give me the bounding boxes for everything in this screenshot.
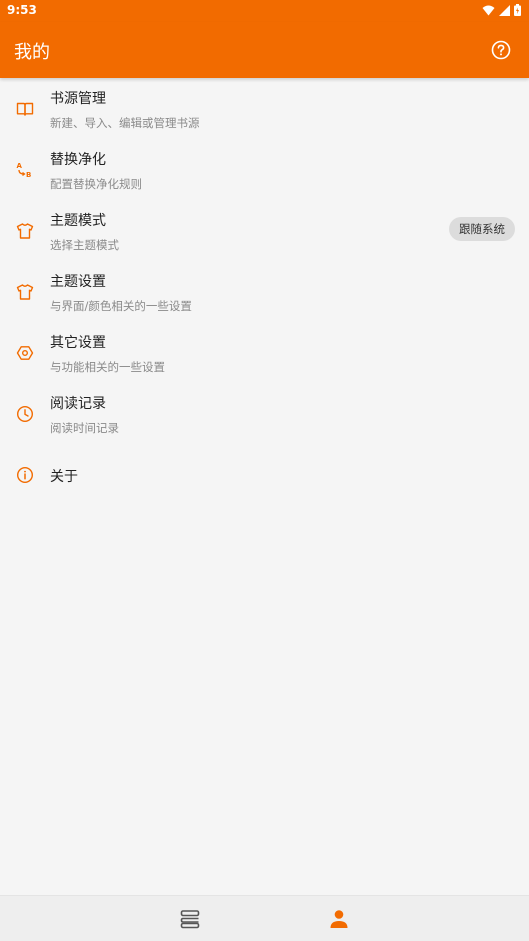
- menu-item-subtitle: 与功能相关的一些设置: [50, 360, 165, 374]
- menu-item-replace-purify[interactable]: A B 替换净化 配置替换净化规则: [0, 139, 529, 200]
- help-button[interactable]: [491, 40, 511, 60]
- person-icon: [330, 910, 348, 928]
- nav-bookshelf-button[interactable]: [178, 907, 202, 931]
- menu-item-title: 其它设置: [50, 335, 106, 351]
- theme-mode-value-chip[interactable]: 跟随系统: [449, 217, 515, 241]
- clock-icon: [16, 405, 34, 422]
- menu-item-subtitle: 选择主题模式: [50, 238, 119, 252]
- menu-list: 书源管理 新建、导入、编辑或管理书源 A B 替换净化 配置替换净化规则 主题模…: [0, 78, 529, 505]
- menu-item-subtitle: 配置替换净化规则: [50, 177, 142, 191]
- menu-item-subtitle: 阅读时间记录: [50, 421, 119, 435]
- wifi-icon: [482, 5, 495, 15]
- tshirt-icon: [16, 283, 34, 300]
- help-icon: [491, 40, 511, 60]
- menu-item-subtitle: 与界面/颜色相关的一些设置: [50, 299, 192, 313]
- status-bar: 9:53: [0, 0, 529, 22]
- menu-item-read-record[interactable]: 阅读记录 阅读时间记录: [0, 383, 529, 444]
- menu-item-subtitle: 新建、导入、编辑或管理书源: [50, 116, 200, 130]
- info-icon: [16, 466, 34, 483]
- menu-item-title: 主题设置: [50, 274, 106, 290]
- menu-item-title: 替换净化: [50, 152, 106, 168]
- menu-item-theme-mode[interactable]: 主题模式 选择主题模式 跟随系统: [0, 200, 529, 261]
- menu-item-title: 关于: [50, 469, 78, 485]
- menu-item-title: 书源管理: [50, 91, 106, 107]
- bookshelf-icon: [180, 910, 200, 929]
- menu-item-book-source[interactable]: 书源管理 新建、导入、编辑或管理书源: [0, 78, 529, 139]
- replace-ab-icon: A B: [17, 162, 32, 179]
- app-bar: 我的: [0, 22, 529, 78]
- menu-item-title: 阅读记录: [50, 396, 106, 412]
- status-icons: [482, 4, 521, 16]
- status-time: 9:53: [7, 3, 37, 17]
- battery-icon: [514, 4, 521, 16]
- menu-item-other-settings[interactable]: 其它设置 与功能相关的一些设置: [0, 322, 529, 383]
- bottom-nav: [0, 895, 529, 941]
- menu-item-theme-settings[interactable]: 主题设置 与界面/颜色相关的一些设置: [0, 261, 529, 322]
- book-open-icon: [16, 102, 34, 116]
- svg-text:B: B: [26, 171, 31, 179]
- menu-item-title: 主题模式: [50, 213, 106, 229]
- menu-item-about[interactable]: 关于: [0, 444, 529, 505]
- tshirt-icon: [16, 222, 34, 239]
- page-title: 我的: [14, 42, 50, 63]
- signal-icon: [499, 4, 510, 16]
- svg-text:A: A: [17, 162, 23, 170]
- nav-mine-button[interactable]: [327, 907, 351, 931]
- hexagon-settings-icon: [16, 345, 34, 360]
